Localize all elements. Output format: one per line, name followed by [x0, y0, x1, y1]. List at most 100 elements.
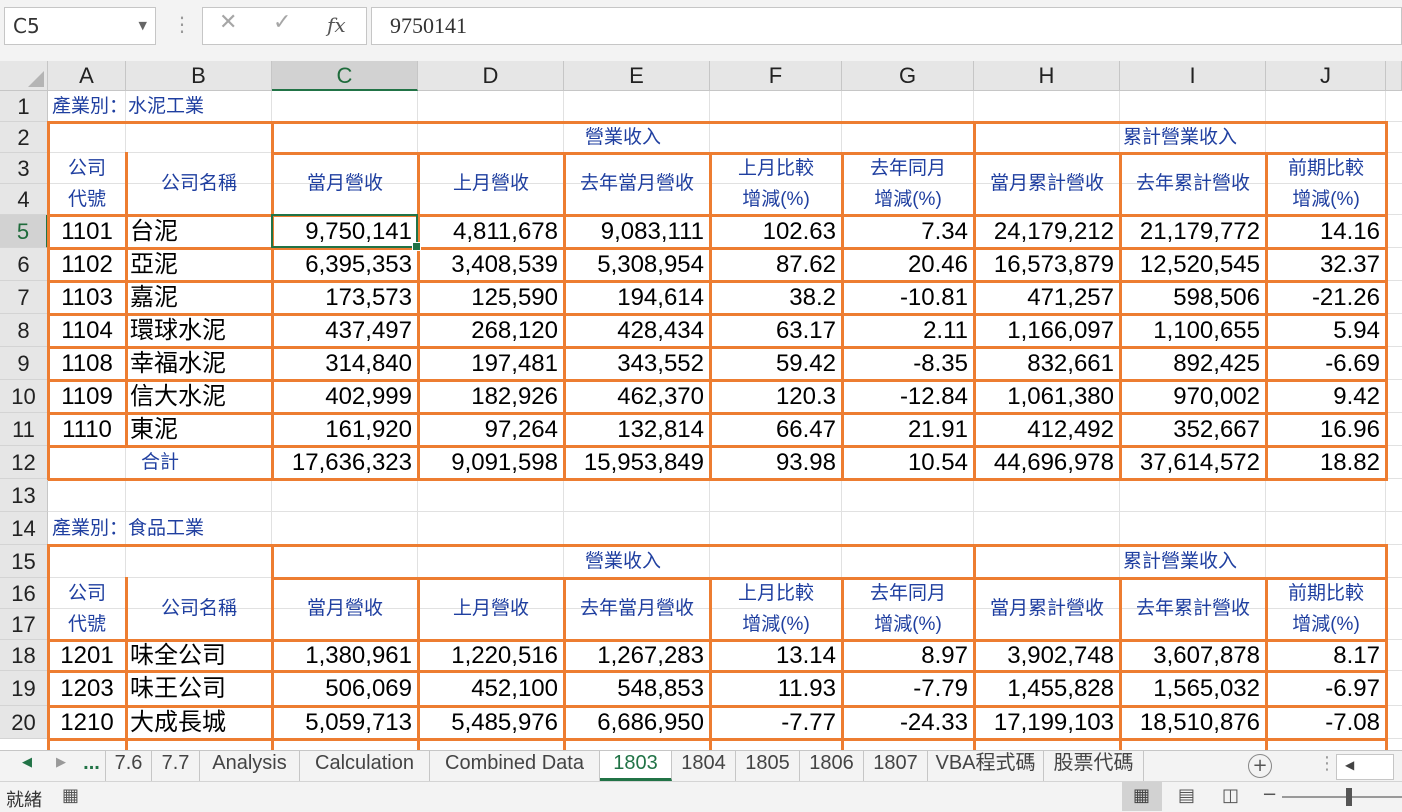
table-cell[interactable]: 環球水泥 — [130, 314, 272, 347]
table-cell[interactable]: 1203 — [48, 671, 126, 706]
table-cell[interactable]: 11.93 — [710, 671, 836, 706]
table-cell[interactable]: 1,565,032 — [1120, 671, 1260, 706]
row-header-8[interactable]: 8 — [0, 314, 48, 347]
table-cell[interactable]: 102.63 — [710, 215, 836, 248]
page-break-preview-icon[interactable]: ◫ — [1222, 785, 1239, 806]
row-header-9[interactable]: 9 — [0, 347, 48, 380]
table-cell[interactable]: 471,257 — [974, 281, 1114, 314]
table-cell[interactable]: 味全公司 — [130, 640, 272, 671]
sheet-tab-1807[interactable]: 1807 — [864, 751, 928, 781]
total-cell[interactable]: 18.82 — [1266, 446, 1380, 479]
table-cell[interactable]: 16,573,879 — [974, 248, 1114, 281]
table-cell[interactable]: 63.17 — [710, 314, 836, 347]
table-cell[interactable]: 1102 — [48, 248, 126, 281]
row-header-2[interactable]: 2 — [0, 122, 48, 153]
table-cell[interactable]: 132,814 — [564, 413, 704, 446]
table-cell[interactable]: 1,455,828 — [974, 671, 1114, 706]
total-cell[interactable]: 37,614,572 — [1120, 446, 1260, 479]
table-cell[interactable]: 味王公司 — [130, 671, 272, 706]
table-cell[interactable]: 66.47 — [710, 413, 836, 446]
table-cell[interactable]: 87.62 — [710, 248, 836, 281]
table-cell[interactable]: 194,614 — [564, 281, 704, 314]
table-cell[interactable]: 1104 — [48, 314, 126, 347]
table-cell[interactable]: 343,552 — [564, 347, 704, 380]
row-header-15[interactable]: 15 — [0, 545, 48, 578]
column-header-a[interactable]: A — [48, 61, 126, 91]
row-header-12[interactable]: 12 — [0, 446, 48, 479]
table-cell[interactable]: 6,686,950 — [564, 706, 704, 739]
table-cell[interactable]: 7.34 — [842, 215, 968, 248]
table-cell[interactable]: -7.08 — [1266, 706, 1380, 739]
table-cell[interactable]: 21.91 — [842, 413, 968, 446]
total-cell[interactable]: 15,953,849 — [564, 446, 704, 479]
formula-input[interactable]: 9750141 — [371, 7, 1402, 45]
zoom-out-icon[interactable]: − — [1262, 784, 1277, 805]
table-cell[interactable]: 161,920 — [272, 413, 412, 446]
worksheet-grid[interactable]: A B C D E F G H I J 1 2 3 4 5 6 7 8 9 10 11 12 13 14 15 16 17 18 19 2… — [0, 61, 1402, 750]
table-cell[interactable]: 1,166,097 — [974, 314, 1114, 347]
more-options-icon[interactable]: ⋮ — [172, 12, 192, 36]
select-all-corner[interactable] — [0, 61, 48, 91]
tab-more-ellipsis[interactable]: ... — [78, 751, 106, 781]
table-cell[interactable]: 亞泥 — [130, 248, 272, 281]
sheet-tab-analysis[interactable]: Analysis — [200, 751, 300, 781]
table-cell[interactable]: 嘉泥 — [130, 281, 272, 314]
row-header-20[interactable]: 20 — [0, 706, 48, 739]
table-cell[interactable]: 1103 — [48, 281, 126, 314]
row-header-6[interactable]: 6 — [0, 248, 48, 281]
row-header-1[interactable]: 1 — [0, 91, 48, 122]
table-cell[interactable]: 14.16 — [1266, 215, 1380, 248]
table-cell[interactable]: 1110 — [48, 413, 126, 446]
table-cell[interactable]: 125,590 — [418, 281, 558, 314]
table-cell[interactable]: 120.3 — [710, 380, 836, 413]
table-cell[interactable]: 182,926 — [418, 380, 558, 413]
horizontal-scrollbar[interactable]: ◀ — [1336, 754, 1394, 780]
table-cell[interactable]: 4,811,678 — [418, 215, 558, 248]
table-cell[interactable]: 352,667 — [1120, 413, 1260, 446]
fill-handle[interactable] — [412, 242, 421, 251]
column-header-h[interactable]: H — [974, 61, 1120, 91]
table-cell[interactable]: 462,370 — [564, 380, 704, 413]
enter-check-icon[interactable]: ✓ — [273, 10, 291, 35]
table-cell[interactable]: 1,380,961 — [272, 640, 412, 671]
table-cell[interactable]: 1,061,380 — [974, 380, 1114, 413]
sheet-tab-1804[interactable]: 1804 — [672, 751, 736, 781]
total-cell[interactable]: 9,091,598 — [418, 446, 558, 479]
row-header-10[interactable]: 10 — [0, 380, 48, 413]
row-header-3[interactable]: 3 — [0, 153, 48, 184]
row-header-5[interactable]: 5 — [0, 215, 48, 248]
table-cell[interactable]: -7.77 — [710, 706, 836, 739]
row-header-19[interactable]: 19 — [0, 671, 48, 706]
table-cell[interactable]: 452,100 — [418, 671, 558, 706]
sheet-tab-股票代碼[interactable]: 股票代碼 — [1044, 751, 1144, 781]
sheet-tab-7.7[interactable]: 7.7 — [152, 751, 200, 781]
table-cell[interactable]: 台泥 — [130, 215, 272, 248]
selected-cell-c5[interactable] — [271, 214, 421, 251]
row-header-13[interactable]: 13 — [0, 479, 48, 512]
table-cell[interactable]: 412,492 — [974, 413, 1114, 446]
table-cell[interactable]: 2.11 — [842, 314, 968, 347]
table-cell[interactable]: -6.97 — [1266, 671, 1380, 706]
table-cell[interactable]: 32.37 — [1266, 248, 1380, 281]
table-cell[interactable]: 5,485,976 — [418, 706, 558, 739]
table-cell[interactable]: 598,506 — [1120, 281, 1260, 314]
page-layout-icon[interactable]: ▤ — [1178, 785, 1195, 806]
table-cell[interactable]: 268,120 — [418, 314, 558, 347]
column-header-b[interactable]: B — [126, 61, 272, 91]
table-cell[interactable]: 17,199,103 — [974, 706, 1114, 739]
scroll-left-icon[interactable]: ◀ — [1345, 758, 1354, 772]
macro-record-icon[interactable]: ▦ — [62, 785, 79, 806]
sheet-tab-combined-data[interactable]: Combined Data — [430, 751, 600, 781]
sheet-tab-1806[interactable]: 1806 — [800, 751, 864, 781]
zoom-slider[interactable] — [1282, 796, 1402, 798]
normal-view-button[interactable]: ▦ — [1122, 782, 1162, 811]
column-header-e[interactable]: E — [564, 61, 710, 91]
table-cell[interactable]: 197,481 — [418, 347, 558, 380]
table-cell[interactable]: 402,999 — [272, 380, 412, 413]
table-cell[interactable]: 1101 — [48, 215, 126, 248]
table-cell[interactable]: -10.81 — [842, 281, 968, 314]
table-cell[interactable]: 173,573 — [272, 281, 412, 314]
sheet-tab-calculation[interactable]: Calculation — [300, 751, 430, 781]
table-cell[interactable]: 18,510,876 — [1120, 706, 1260, 739]
table-cell[interactable]: -21.26 — [1266, 281, 1380, 314]
